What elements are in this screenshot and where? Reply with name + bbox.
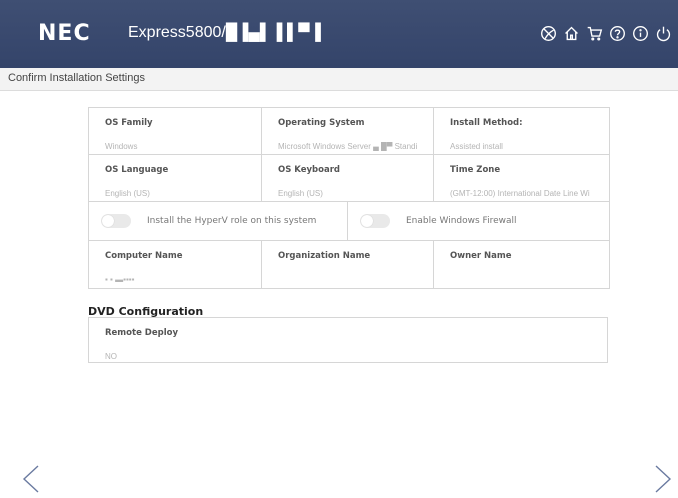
settings-row-os: OS Family Windows Operating System Micro… — [89, 108, 609, 155]
operating-system-value: Microsoft Windows Server ▄ █▀ Standi — [278, 142, 418, 151]
computer-name-label: Computer Name — [105, 251, 183, 261]
remote-deploy-label: Remote Deploy — [105, 328, 178, 338]
dvd-configuration-panel: Remote Deploy NO — [88, 317, 608, 363]
firewall-toggle-switch[interactable] — [360, 214, 390, 228]
globe-icon[interactable] — [539, 24, 557, 42]
settings-row-toggles: Install the HyperV role on this system E… — [89, 202, 609, 241]
settings-panel: OS Family Windows Operating System Micro… — [88, 107, 610, 289]
previous-arrow-icon[interactable] — [20, 464, 42, 494]
product-name: Express5800/█▐▄▌▐ ▌▀▐ — [128, 24, 321, 41]
install-method-cell: Install Method: Assisted install — [434, 108, 609, 154]
settings-row-locale: OS Language English (US) OS Keyboard Eng… — [89, 155, 609, 202]
time-zone-label: Time Zone — [450, 165, 501, 175]
install-method-value: Assisted install — [450, 142, 503, 151]
settings-row-names: Computer Name ▪ ▪ ▬▪▪▪▪ Organization Nam… — [89, 241, 609, 288]
os-language-cell: OS Language English (US) — [89, 155, 262, 201]
computer-name-cell: Computer Name ▪ ▪ ▬▪▪▪▪ — [89, 241, 262, 288]
os-language-value: English (US) — [105, 189, 150, 198]
firewall-toggle-cell: Enable Windows Firewall — [348, 202, 609, 240]
info-icon[interactable] — [631, 24, 649, 42]
owner-name-cell: Owner Name — [434, 241, 609, 288]
os-family-cell: OS Family Windows — [89, 108, 262, 154]
organization-name-cell: Organization Name — [262, 241, 434, 288]
operating-system-cell: Operating System Microsoft Windows Serve… — [262, 108, 434, 154]
os-keyboard-label: OS Keyboard — [278, 165, 340, 175]
help-icon[interactable] — [608, 24, 626, 42]
computer-name-value: ▪ ▪ ▬▪▪▪▪ — [105, 275, 135, 284]
hyperv-toggle-cell: Install the HyperV role on this system — [89, 202, 348, 240]
remote-deploy-value: NO — [105, 352, 117, 361]
owner-name-label: Owner Name — [450, 251, 512, 261]
header-icon-group — [539, 24, 672, 42]
cart-icon[interactable] — [585, 24, 603, 42]
organization-name-label: Organization Name — [278, 251, 371, 261]
os-family-label: OS Family — [105, 118, 153, 128]
time-zone-cell: Time Zone (GMT-12:00) International Date… — [434, 155, 609, 201]
operating-system-label: Operating System — [278, 118, 365, 128]
install-method-label: Install Method: — [450, 118, 523, 128]
hyperv-toggle-label: Install the HyperV role on this system — [147, 216, 317, 226]
time-zone-value: (GMT-12:00) International Date Line Wi — [450, 189, 590, 198]
os-keyboard-cell: OS Keyboard English (US) — [262, 155, 434, 201]
nec-logo: NEC — [38, 21, 91, 46]
os-keyboard-value: English (US) — [278, 189, 323, 198]
top-header-bar: NEC Express5800/█▐▄▌▐ ▌▀▐ — [0, 0, 678, 68]
next-arrow-icon[interactable] — [652, 464, 674, 494]
page-title-bar: Confirm Installation Settings — [0, 68, 678, 91]
firewall-toggle-label: Enable Windows Firewall — [406, 216, 517, 226]
power-icon[interactable] — [654, 24, 672, 42]
page-title: Confirm Installation Settings — [8, 72, 145, 84]
home-icon[interactable] — [562, 24, 580, 42]
os-language-label: OS Language — [105, 165, 169, 175]
os-family-value: Windows — [105, 142, 138, 151]
hyperv-toggle-switch[interactable] — [101, 214, 131, 228]
